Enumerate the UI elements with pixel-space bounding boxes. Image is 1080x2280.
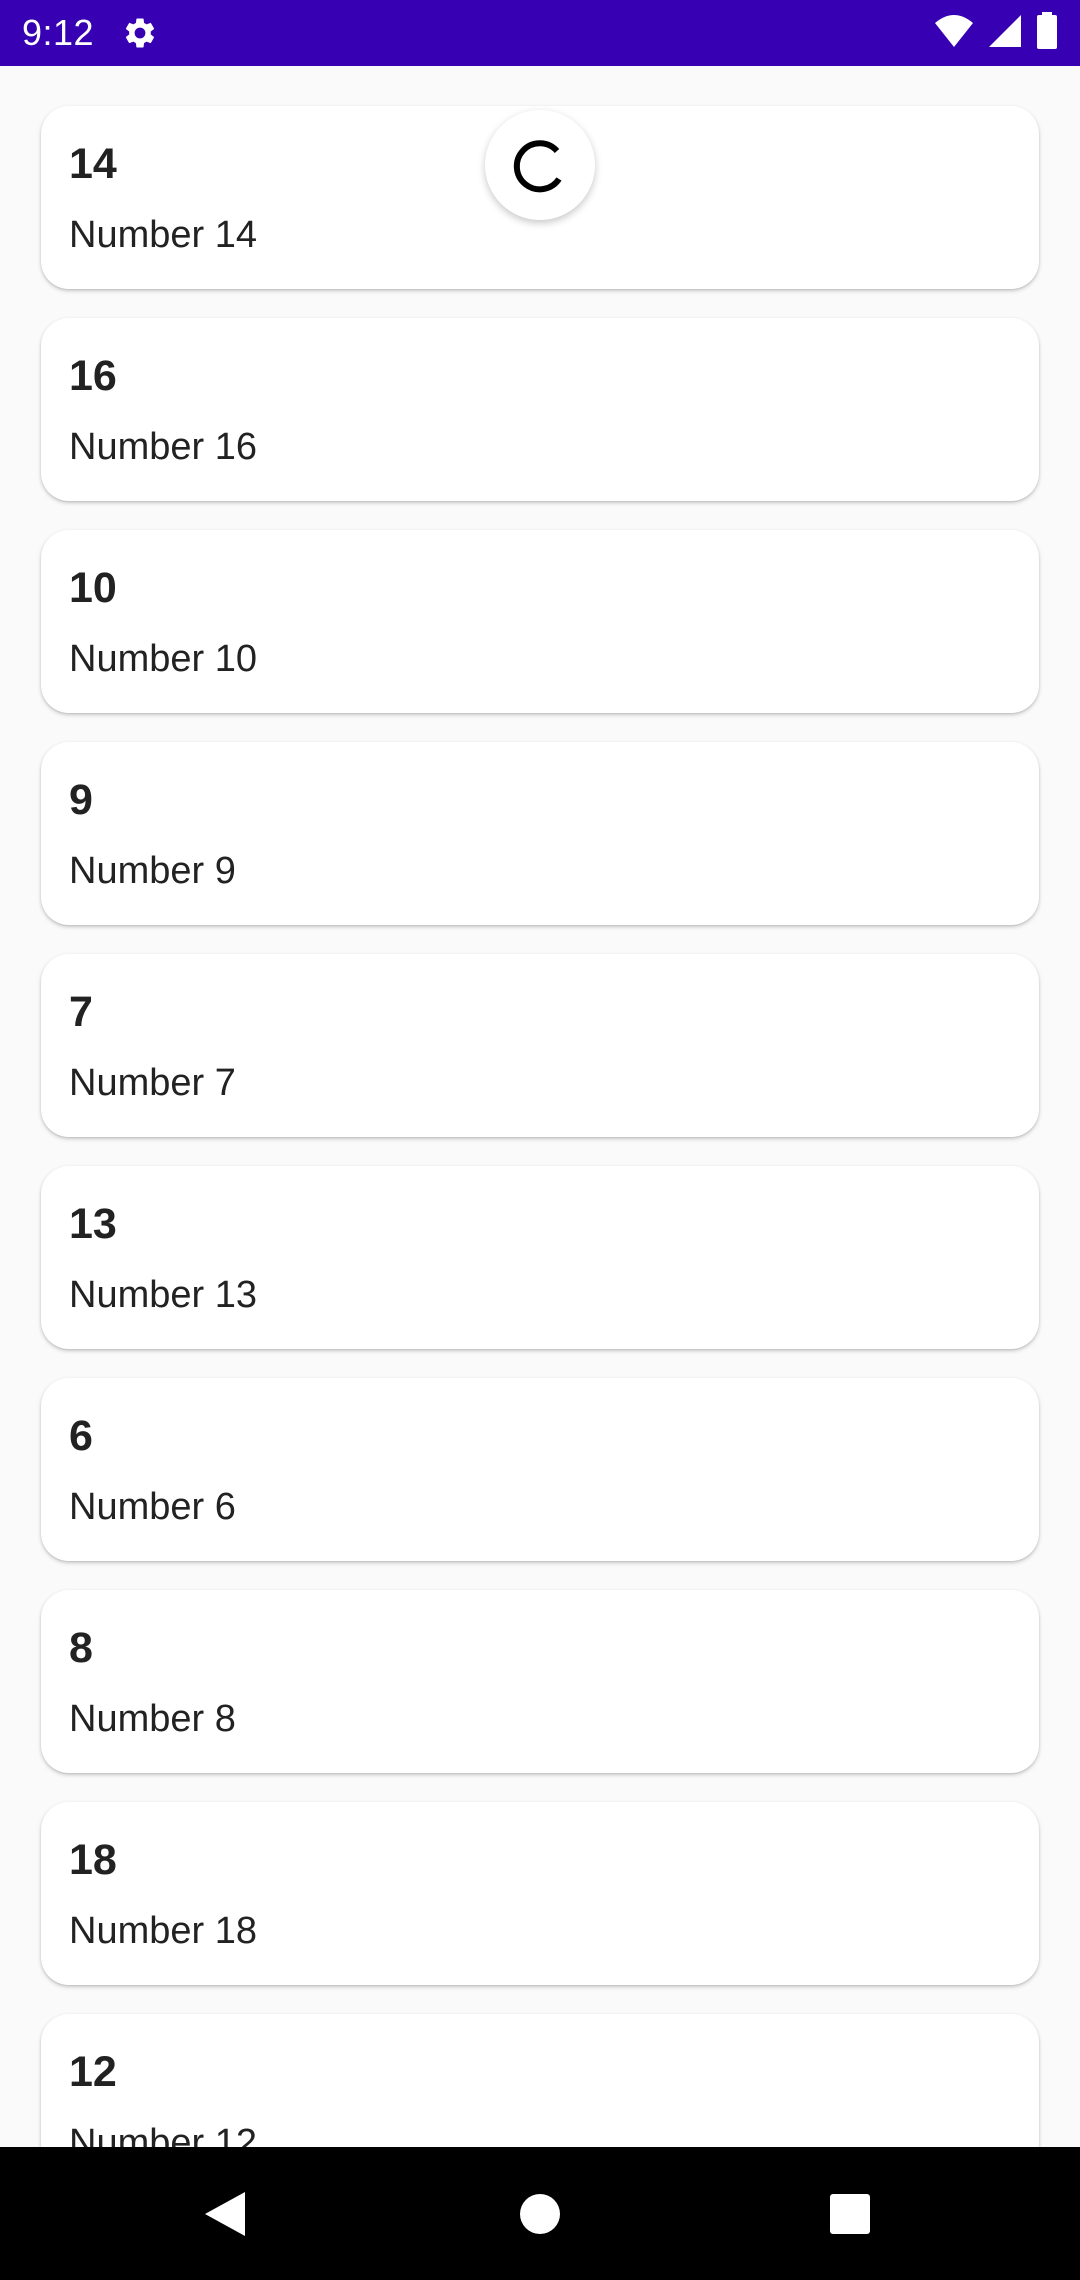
item-number: 9 [69, 776, 93, 824]
status-icons [934, 11, 1058, 55]
item-label: Number 9 [69, 850, 236, 892]
recents-button[interactable] [780, 2147, 920, 2280]
cell-signal-icon [988, 13, 1022, 54]
item-label: Number 13 [69, 1274, 257, 1316]
list-item[interactable]: 8 Number 8 [41, 1590, 1039, 1773]
list-item[interactable]: 16 Number 16 [41, 318, 1039, 501]
item-number: 16 [69, 352, 117, 400]
item-number: 8 [69, 1624, 93, 1672]
list-item[interactable]: 7 Number 7 [41, 954, 1039, 1137]
recents-icon [830, 2193, 870, 2234]
item-number: 6 [69, 1412, 93, 1460]
back-icon [205, 2191, 245, 2236]
list-container[interactable]: 14 Number 14 16 Number 16 10 Number 10 9… [0, 66, 1080, 2147]
item-number: 14 [69, 140, 117, 188]
back-button[interactable] [155, 2147, 295, 2280]
list-item[interactable]: 9 Number 9 [41, 742, 1039, 925]
list-item[interactable]: 6 Number 6 [41, 1378, 1039, 1561]
refresh-indicator [485, 110, 595, 220]
item-number: 10 [69, 564, 117, 612]
item-label: Number 14 [69, 214, 257, 256]
list-item[interactable]: 12 Number 12 [41, 2014, 1039, 2147]
status-bar: 9:12 [0, 0, 1080, 66]
item-number: 12 [69, 2048, 117, 2096]
item-label: Number 10 [69, 638, 257, 680]
item-label: Number 8 [69, 1698, 236, 1740]
item-label: Number 12 [69, 2122, 257, 2147]
list-item[interactable]: 10 Number 10 [41, 530, 1039, 713]
navigation-bar [0, 2147, 1080, 2280]
gear-icon [122, 15, 158, 51]
item-number: 13 [69, 1200, 117, 1248]
battery-icon [1036, 11, 1058, 55]
item-label: Number 6 [69, 1486, 236, 1528]
item-label: Number 18 [69, 1910, 257, 1952]
home-button[interactable] [470, 2147, 610, 2280]
item-label: Number 16 [69, 426, 257, 468]
list-item[interactable]: 13 Number 13 [41, 1166, 1039, 1349]
refresh-spinner-icon [513, 140, 562, 193]
home-icon [520, 2193, 560, 2234]
list-item[interactable]: 18 Number 18 [41, 1802, 1039, 1985]
wifi-icon [934, 13, 974, 54]
item-number: 18 [69, 1836, 117, 1884]
status-time: 9:12 [22, 12, 95, 53]
item-number: 7 [69, 988, 93, 1036]
item-label: Number 7 [69, 1062, 236, 1104]
